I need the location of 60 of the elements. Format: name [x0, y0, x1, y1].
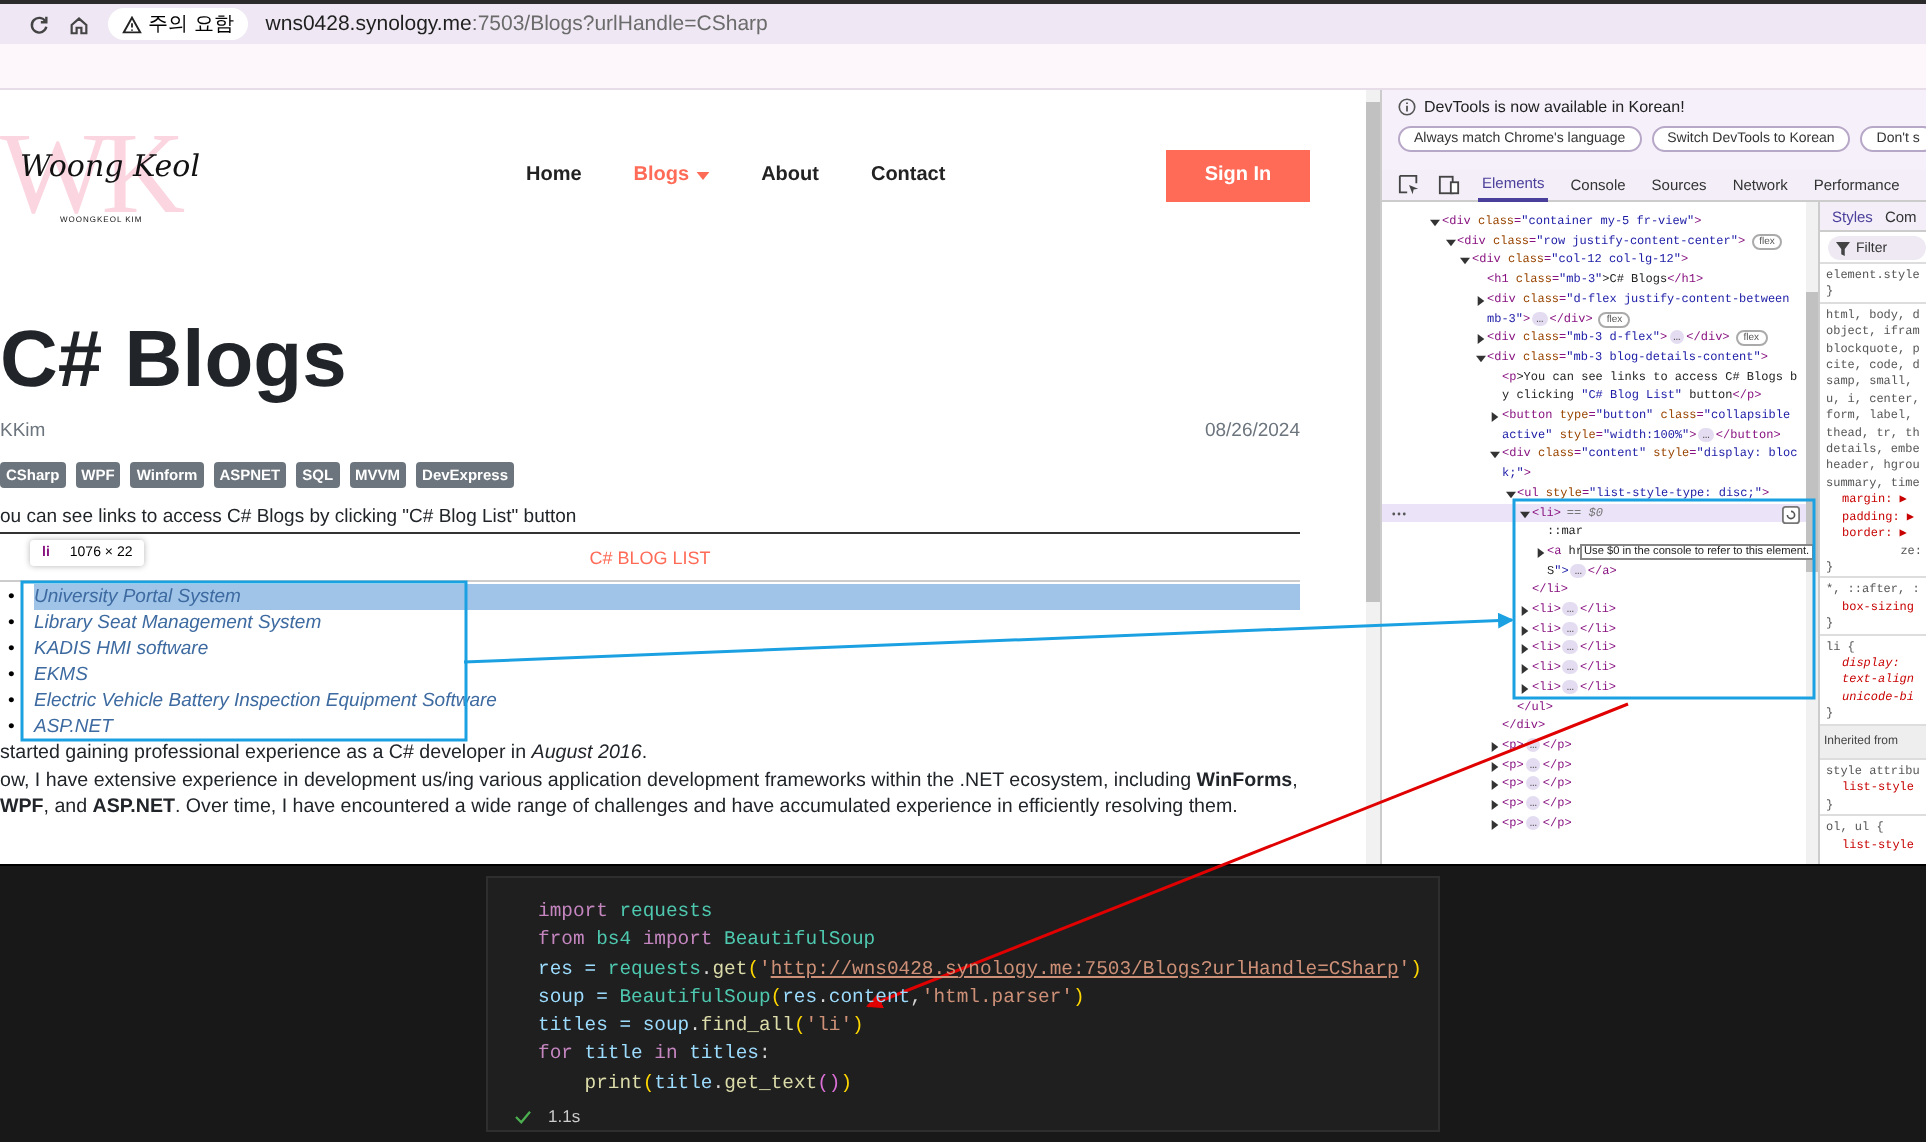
code-line: titles = soup.find_all('li') [538, 1012, 866, 1041]
home-icon[interactable] [68, 13, 90, 35]
bullet: • [8, 636, 17, 662]
scrollbar[interactable] [1806, 202, 1818, 864]
collapsed-triangle-icon[interactable] [1520, 644, 1530, 655]
device-icon[interactable] [1438, 174, 1460, 196]
nav-link[interactable]: Contact [870, 164, 946, 186]
expanded-triangle-icon[interactable] [1475, 353, 1485, 364]
code-line: from bs4 import BeautifulSoup [538, 926, 878, 955]
collapsed-triangle-icon[interactable] [1490, 761, 1500, 772]
collapsed-triangle-icon[interactable] [1520, 606, 1530, 617]
collapsed-triangle-icon[interactable] [1520, 625, 1530, 636]
scrollbar[interactable] [1366, 90, 1380, 864]
collapsed-triangle-icon[interactable] [1475, 334, 1485, 345]
check-icon [514, 1109, 532, 1124]
expanded-triangle-icon[interactable] [1490, 450, 1500, 461]
expanded-triangle-icon[interactable] [1445, 237, 1455, 248]
bullet: • [8, 714, 17, 740]
url-text[interactable]: wns0428.synology.me:7503/Blogs?urlHandle=CSharp [265, 12, 768, 36]
blog-link[interactable]: ASP.NET [34, 714, 1300, 740]
collapsed-triangle-icon[interactable] [1490, 741, 1500, 752]
security-chip[interactable]: 주의 요함 [108, 8, 248, 40]
collapsed-triangle-icon[interactable] [1490, 412, 1500, 423]
nav-link[interactable]: Home [526, 164, 582, 186]
collapsed-triangle-icon[interactable] [1535, 547, 1545, 558]
nav-link[interactable]: About [761, 164, 819, 186]
collapsed-triangle-icon[interactable] [1520, 664, 1530, 675]
body-text: started gaining professional experience as a C# developer in August 2016. [0, 740, 650, 767]
more-icon[interactable] [1392, 511, 1406, 516]
notice-text: DevTools is now available in Korean! [1424, 98, 1685, 116]
collapsed-triangle-icon[interactable] [1490, 819, 1500, 830]
collapsed-triangle-icon[interactable] [1490, 780, 1500, 791]
blog-link[interactable]: EKMS [34, 662, 1300, 688]
code-line: import requests [538, 898, 715, 926]
code-line: print(title.get_text()) [582, 1069, 855, 1098]
bullet: • [8, 688, 17, 714]
code-cell[interactable] [486, 876, 1440, 1132]
inspect-icon[interactable] [1398, 174, 1420, 196]
body-text: ow, I have extensive experience in development us/ing various application development frameworks within the .NET ecosystem, including WinForms, WPF, and ASP.NET. Over time, I have encountered a wide range of challenges and have accumulated experience in efficiently resolving them. [0, 767, 1300, 821]
bullet: • [8, 584, 17, 610]
blog-link[interactable]: KADIS HMI software [34, 636, 1300, 662]
collapsed-triangle-icon[interactable] [1475, 295, 1485, 306]
expanded-triangle-icon[interactable] [1520, 509, 1530, 520]
warning-icon [122, 15, 142, 33]
bullet: • [8, 662, 17, 688]
collapsed-triangle-icon[interactable] [1490, 800, 1500, 811]
copy-icon[interactable] [1782, 505, 1800, 524]
code-line: for title in titles: [538, 1040, 773, 1069]
reload-icon[interactable] [28, 13, 50, 35]
page-title: C# Blogs [0, 316, 349, 404]
post-date: 08/26/2024 [1204, 420, 1300, 442]
collapsed-triangle-icon[interactable] [1520, 683, 1530, 694]
expanded-triangle-icon[interactable] [1460, 256, 1470, 267]
expanded-triangle-icon[interactable] [1505, 489, 1515, 500]
info-icon [1398, 98, 1416, 116]
author-name: KKim [0, 420, 46, 442]
bullet: • [8, 610, 17, 636]
expanded-triangle-icon[interactable] [1430, 218, 1440, 228]
blog-link[interactable]: Library Seat Management System [34, 610, 1300, 636]
run-time: 1.1s [548, 1106, 581, 1127]
